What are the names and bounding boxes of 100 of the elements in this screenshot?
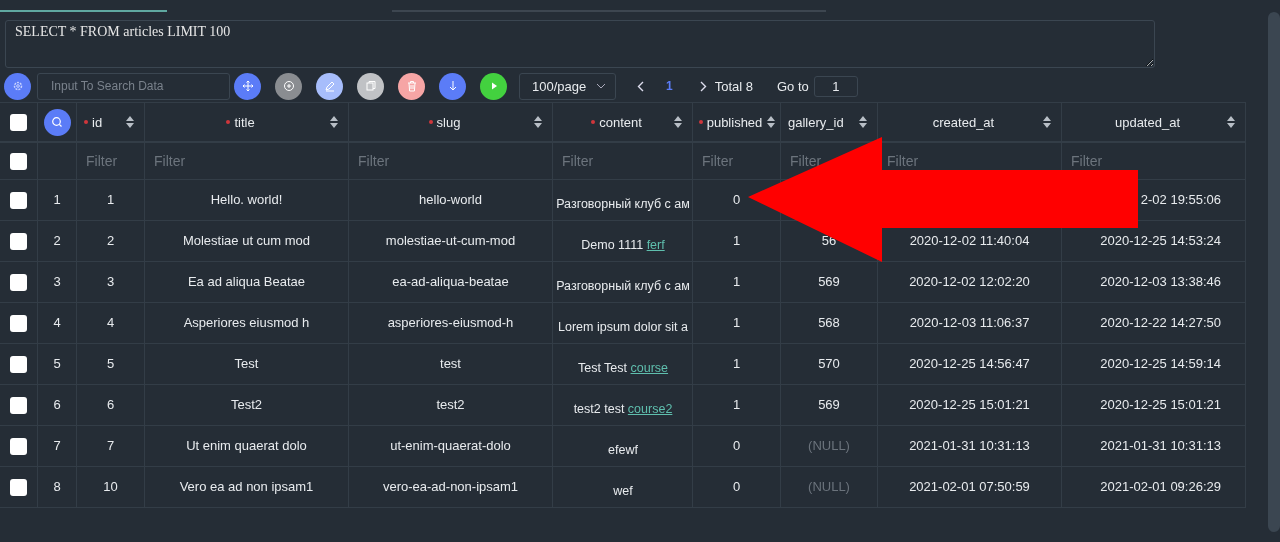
table-cell: 2020-12-03 13:38:46 xyxy=(1100,275,1221,288)
checkbox[interactable] xyxy=(10,273,27,291)
column-header[interactable]: published xyxy=(706,114,763,130)
checkbox[interactable] xyxy=(10,478,27,496)
content-link[interactable]: course2 xyxy=(627,402,673,416)
add-button[interactable] xyxy=(275,72,302,100)
table-cell: Test2 xyxy=(230,398,263,411)
table-cell: Asperiores eiusmod h xyxy=(183,316,310,329)
plus-icon xyxy=(282,80,295,92)
sort-icon[interactable] xyxy=(125,115,135,129)
table-cell: 1 xyxy=(106,193,115,206)
table-cell: hello-world xyxy=(419,193,482,206)
move-button[interactable] xyxy=(234,72,261,100)
column-header[interactable]: title xyxy=(234,114,255,130)
table-cell: 10 xyxy=(103,480,118,493)
table-cell: test xyxy=(440,357,461,370)
checkbox[interactable] xyxy=(10,191,27,209)
filter-field[interactable]: Filter xyxy=(702,153,737,169)
settings-icon xyxy=(11,80,24,92)
edit-button[interactable] xyxy=(316,72,343,100)
table-cell: 1 xyxy=(732,357,741,370)
search-field[interactable]: Input To Search Data xyxy=(37,72,230,100)
content-link[interactable]: course xyxy=(630,361,669,375)
table-cell: 2020-12-02 12:02:20 xyxy=(909,275,1030,288)
table-cell: 2020-12-25 14:53:24 xyxy=(1100,234,1221,247)
table-cell: 1 xyxy=(732,234,741,247)
checkbox[interactable] xyxy=(10,396,27,414)
table-cell: 2 xyxy=(106,234,115,247)
settings-button[interactable] xyxy=(4,72,31,100)
table-cell: 3 xyxy=(106,275,115,288)
copy-icon xyxy=(364,80,377,92)
filter-field[interactable]: Filter xyxy=(562,153,597,169)
checkbox[interactable] xyxy=(10,355,27,373)
filter-field[interactable]: Filter xyxy=(86,153,121,169)
table-cell: Lorem ipsum dolor sit a xyxy=(558,321,688,334)
row-number: 2 xyxy=(53,234,61,247)
table-cell: 1 xyxy=(732,316,741,329)
table-cell: Разговорный клуб с ам xyxy=(556,280,690,293)
sort-icon[interactable] xyxy=(1042,115,1052,129)
sort-icon[interactable] xyxy=(766,115,776,129)
delete-button[interactable] xyxy=(398,72,425,100)
checkbox[interactable] xyxy=(10,113,27,131)
go-to-field[interactable]: 1 xyxy=(813,75,858,97)
checkbox[interactable] xyxy=(10,437,27,455)
checkbox[interactable] xyxy=(10,152,27,170)
table-cell: Ea ad aliqua Beatae xyxy=(187,275,306,288)
column-header[interactable]: slug xyxy=(436,114,461,130)
filter-field[interactable]: Filter xyxy=(887,153,922,169)
scrollbar[interactable] xyxy=(1268,12,1280,532)
sort-icon[interactable] xyxy=(858,115,868,129)
sort-icon[interactable] xyxy=(329,115,339,129)
column-header[interactable]: content xyxy=(599,114,642,130)
table-cell: Ut enim quaerat dolo xyxy=(186,439,307,452)
table-cell: 2021-02-01 07:50:59 xyxy=(909,480,1030,493)
checkbox[interactable] xyxy=(10,314,27,332)
table-cell: 0 xyxy=(732,193,741,206)
table-cell: 569 xyxy=(818,398,840,411)
filter-field[interactable]: Filter xyxy=(358,153,393,169)
page-number[interactable]: 1 xyxy=(660,79,679,93)
content-link[interactable]: ferf xyxy=(646,238,665,252)
sort-icon[interactable] xyxy=(533,115,543,129)
column-header[interactable]: created_at xyxy=(932,114,995,130)
table-cell: 569 xyxy=(818,275,840,288)
table-cell: Hello. world! xyxy=(210,193,283,206)
table-cell: ea-ad-aliqua-beatae xyxy=(392,275,509,288)
table-cell: vero-ea-ad-non-ipsam1 xyxy=(382,480,519,493)
move-icon xyxy=(241,80,254,92)
table-cell: 2020-12-25 14:56:47 xyxy=(909,357,1030,370)
column-header[interactable]: updated_at xyxy=(1114,114,1181,130)
table-cell: 6 xyxy=(106,398,115,411)
null-value: (NULL) xyxy=(808,439,850,452)
table-cell: 4 xyxy=(106,316,115,329)
table-cell: test2 xyxy=(436,398,465,411)
filter-field[interactable]: Filter xyxy=(1071,153,1106,169)
filter-field[interactable]: Filter xyxy=(154,153,189,169)
run-button[interactable] xyxy=(480,72,507,100)
chevron-down-icon xyxy=(596,83,606,89)
table-cell: 570 xyxy=(818,357,840,370)
table-cell: asperiores-eiusmod-h xyxy=(387,316,514,329)
table-cell: 2021-01-31 10:31:13 xyxy=(1100,439,1221,452)
chevron-right-icon xyxy=(699,80,707,92)
sort-icon[interactable] xyxy=(1226,115,1236,129)
table-cell: 2020-12-25 14:59:14 xyxy=(1100,357,1221,370)
table-cell: Demo 1111 ferf xyxy=(581,239,665,252)
column-header[interactable]: id xyxy=(92,114,103,130)
table-cell: Разговорный клуб с ам xyxy=(556,198,690,211)
row-number: 1 xyxy=(53,193,61,206)
filter-field[interactable]: Filter xyxy=(790,153,825,169)
checkbox[interactable] xyxy=(10,232,27,250)
table-cell: Molestiae ut cum mod xyxy=(182,234,311,247)
sort-icon[interactable] xyxy=(673,115,683,129)
download-button[interactable] xyxy=(439,72,466,100)
query-editor[interactable]: SELECT * FROM articles LIMIT 100 xyxy=(5,20,1155,68)
go-to-label: Go to xyxy=(777,78,809,94)
table-cell: 1 xyxy=(732,398,741,411)
column-header[interactable]: gallery_id xyxy=(788,114,844,130)
copy-button[interactable] xyxy=(357,72,384,100)
total-count: Total 8 xyxy=(714,78,753,94)
page-size-select[interactable]: 100/page xyxy=(519,72,616,100)
search-button[interactable] xyxy=(43,108,71,136)
